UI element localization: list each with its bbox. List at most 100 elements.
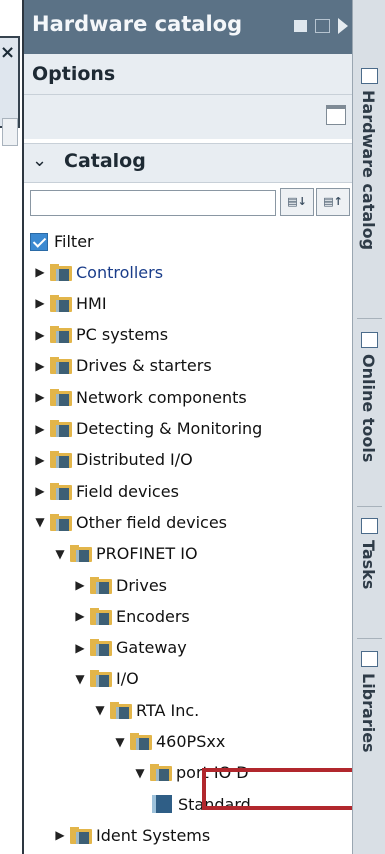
tree-item[interactable]: ▶ Field devices xyxy=(32,477,179,505)
filter-checkbox-row[interactable]: Filter xyxy=(30,232,94,251)
tree-item-label: Network components xyxy=(76,387,247,407)
expand-right-icon[interactable]: ▶ xyxy=(32,359,48,373)
titlebar-controls xyxy=(294,18,348,34)
filter-label: Filter xyxy=(54,232,94,251)
expand-right-icon[interactable]: ▶ xyxy=(32,422,48,436)
tab-label: Tasks xyxy=(359,540,378,590)
tree-item[interactable]: ▼ PROFINET IO xyxy=(52,540,198,568)
tree-item[interactable]: ▶ Detecting & Monitoring xyxy=(32,415,262,443)
tree-item-label: HMI xyxy=(76,293,107,313)
folder-icon xyxy=(130,733,152,750)
tree-item[interactable]: ▶ PC systems xyxy=(32,321,168,349)
tree-item-label: 460PSxx xyxy=(156,732,226,751)
tab-libraries[interactable]: Libraries xyxy=(353,645,385,785)
tree-item-label: Detecting & Monitoring xyxy=(76,419,263,438)
folder-icon xyxy=(90,607,112,625)
expand-down-icon[interactable]: ▼ xyxy=(32,515,48,529)
tab-separator xyxy=(357,506,382,507)
options-section xyxy=(24,95,354,139)
folder-icon xyxy=(90,639,112,657)
panel-title: Hardware catalog xyxy=(32,12,243,36)
tree-item-label: I/O xyxy=(116,669,139,689)
tree-item-label: Ident Systems xyxy=(96,825,211,845)
tree-item[interactable]: ▶ Network components xyxy=(32,383,247,411)
tree-item[interactable]: ▼ Other field devices xyxy=(32,508,227,536)
folder-icon xyxy=(50,263,72,281)
tab-separator xyxy=(357,638,382,639)
folder-icon xyxy=(90,576,112,594)
tree-item-label: PROFINET IO xyxy=(96,544,198,564)
folder-icon xyxy=(50,513,72,531)
expand-right-icon[interactable]: ▶ xyxy=(32,296,48,310)
expand-right-icon[interactable]: ▶ xyxy=(52,828,68,842)
tab-online-tools[interactable]: Online tools xyxy=(353,326,385,501)
online-tools-icon xyxy=(361,332,378,348)
options-section-header[interactable]: Options xyxy=(24,54,354,95)
tab-label: Hardware catalog xyxy=(359,90,378,251)
expand-down-icon[interactable]: ▼ xyxy=(72,672,88,686)
expand-right-icon[interactable]: ▶ xyxy=(32,328,48,342)
tree-item-label: Controllers xyxy=(76,262,164,282)
expand-right-icon[interactable]: ▶ xyxy=(32,484,48,498)
folder-icon xyxy=(50,451,72,469)
tree-item-label: Gateway xyxy=(116,638,187,658)
close-icon[interactable]: × xyxy=(0,44,15,62)
options-title: Options xyxy=(32,63,116,85)
tree-item[interactable]: ▶ Gateway xyxy=(72,634,187,662)
tree-item[interactable]: ▶ Controllers xyxy=(32,258,163,286)
folder-icon xyxy=(50,357,72,375)
folder-icon xyxy=(150,764,172,782)
tree-item[interactable]: ▶ HMI xyxy=(32,289,107,317)
chevron-down-icon[interactable]: ⌄ xyxy=(32,150,47,171)
tree-item[interactable]: ▶ Distributed I/O xyxy=(32,446,192,474)
expand-down-icon[interactable]: ▼ xyxy=(92,703,108,717)
expand-right-icon[interactable]: ▶ xyxy=(32,265,48,279)
folder-icon xyxy=(50,482,72,500)
tree-item-label: Drives & starters xyxy=(76,356,212,376)
catalog-search-input[interactable] xyxy=(30,190,276,216)
background-window-scrollbar xyxy=(2,118,18,146)
device-module-icon xyxy=(152,795,172,814)
folder-icon xyxy=(50,326,72,344)
tree-item[interactable]: ▼ 460PSxx xyxy=(112,728,225,756)
expand-down-icon[interactable]: ▼ xyxy=(112,735,128,749)
folder-icon xyxy=(50,388,72,406)
filter-checkbox[interactable] xyxy=(30,232,48,251)
tree-item[interactable]: ▶ Ident Systems xyxy=(52,821,210,849)
side-tab-strip: Hardware catalog Online tools Tasks Libr… xyxy=(352,0,385,854)
hardware-catalog-icon xyxy=(361,68,378,84)
catalog-title: Catalog xyxy=(64,150,146,172)
tab-label: Online tools xyxy=(359,354,378,463)
tab-tasks[interactable]: Tasks xyxy=(353,512,385,632)
search-up-button[interactable]: ▤↑ xyxy=(316,188,350,216)
expand-right-icon[interactable]: ▶ xyxy=(32,390,48,404)
tree-item[interactable]: ▶ Drives xyxy=(72,571,167,599)
expand-right-icon[interactable]: ▶ xyxy=(72,578,88,592)
tasks-icon xyxy=(361,518,378,534)
tree-item-label: Encoders xyxy=(116,606,190,626)
tab-hardware-catalog[interactable]: Hardware catalog xyxy=(353,62,385,312)
expand-down-icon[interactable]: ▼ xyxy=(52,547,68,561)
tree-item[interactable]: ▶ Drives & starters xyxy=(32,352,212,380)
folder-icon xyxy=(90,670,112,688)
tree-item[interactable]: ▶ Encoders xyxy=(72,602,190,630)
panel-titlebar: Hardware catalog xyxy=(24,0,354,54)
collapse-right-icon[interactable] xyxy=(338,18,348,34)
tree-item-label: RTA Inc. xyxy=(136,700,200,720)
folder-icon xyxy=(70,826,92,844)
window-icon[interactable] xyxy=(326,105,346,125)
float-icon[interactable] xyxy=(294,20,307,32)
libraries-icon xyxy=(361,651,378,667)
expand-right-icon[interactable]: ▶ xyxy=(32,453,48,467)
pin-icon[interactable] xyxy=(315,19,330,33)
tree-item[interactable]: ▼ I/O xyxy=(72,665,139,693)
expand-right-icon[interactable]: ▶ xyxy=(72,641,88,655)
catalog-section-header[interactable]: ⌄ Catalog xyxy=(24,143,354,183)
tree-item-label: Drives xyxy=(116,575,167,595)
tree-item[interactable]: ▼ RTA Inc. xyxy=(92,696,199,724)
hardware-catalog-panel: Hardware catalog Options ⌄ Catalog ▤↓ ▤↑… xyxy=(22,0,366,854)
expand-right-icon[interactable]: ▶ xyxy=(72,609,88,623)
search-down-button[interactable]: ▤↓ xyxy=(280,188,314,216)
expand-down-icon[interactable]: ▼ xyxy=(132,766,148,780)
highlight-box xyxy=(202,768,366,810)
